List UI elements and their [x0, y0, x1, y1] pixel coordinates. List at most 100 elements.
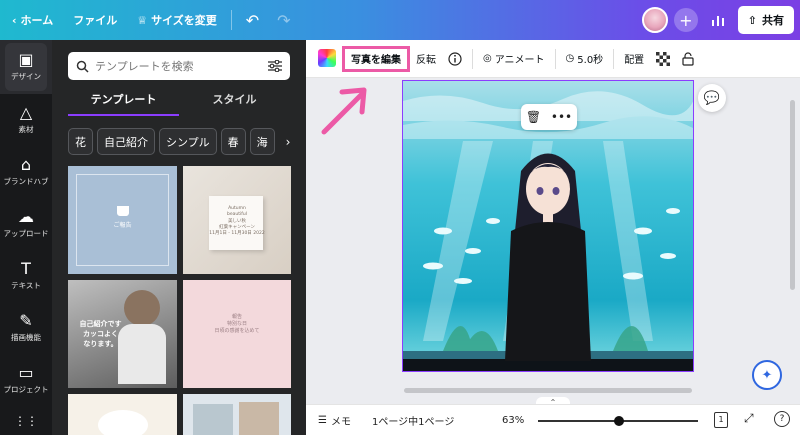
- divider: [472, 48, 473, 69]
- template-thumbnail-5[interactable]: [68, 394, 177, 435]
- template-thumbnail-6[interactable]: [183, 394, 291, 435]
- undo-icon[interactable]: ↶: [236, 11, 269, 30]
- top-bar: ‹ ホーム ファイル ♕ サイズを変更 ↶ ↷ + ⇧ 共有: [0, 0, 800, 40]
- filter-icon[interactable]: [268, 60, 282, 72]
- divider: [613, 48, 615, 69]
- duration-label: 5.0秒: [577, 55, 604, 66]
- notes-label: メモ: [330, 416, 351, 428]
- template-text: 報告 特別な日 日頃の感謝を込めて: [214, 314, 260, 334]
- arrange-button[interactable]: 配置: [618, 40, 650, 78]
- template-thumbnail-3[interactable]: 自己紹介です カッコよく なります。: [68, 280, 177, 388]
- share-label: 共有: [762, 14, 784, 27]
- chip-spring[interactable]: 春: [220, 128, 246, 155]
- template-text: 自己紹介です カッコよく なります。: [79, 320, 122, 348]
- avatar[interactable]: [641, 7, 668, 33]
- more-options-icon[interactable]: •••: [551, 110, 572, 124]
- fullscreen-icon[interactable]: ⤢: [744, 411, 754, 426]
- template-thumbnail-2[interactable]: Autumn beautiful 美しい秋 紅葉キャンペーン 11月1日 - 1…: [183, 166, 291, 274]
- nav-elements[interactable]: △ 素材: [0, 94, 52, 146]
- nav-projects[interactable]: ▭ プロジェクト: [0, 354, 52, 406]
- resize-button[interactable]: ♕ サイズを変更: [127, 0, 227, 40]
- page-count-button[interactable]: 1: [714, 412, 728, 428]
- nav-label: アップロード: [3, 229, 49, 238]
- template-text: ご報告: [113, 222, 132, 229]
- chip-sea[interactable]: 海: [249, 128, 275, 155]
- animate-icon: ◎: [483, 53, 492, 64]
- nav-brand[interactable]: ⌂ ブランドハブ: [0, 146, 52, 198]
- file-label: ファイル: [73, 14, 118, 27]
- upload-icon: ⇧: [747, 13, 757, 27]
- crown-icon: ♕: [137, 13, 148, 27]
- template-thumbnail-4[interactable]: 報告 特別な日 日頃の感謝を込めて: [183, 280, 291, 388]
- home-button[interactable]: ‹ ホーム: [0, 0, 63, 40]
- cup-icon: [117, 206, 129, 216]
- animate-label: アニメート: [494, 55, 545, 66]
- info-icon[interactable]: [442, 40, 468, 78]
- search-input[interactable]: [95, 59, 262, 73]
- lock-icon[interactable]: [676, 40, 700, 78]
- panel-tabs: テンプレート スタイル: [68, 90, 290, 116]
- chevron-left-icon: ‹: [12, 13, 17, 27]
- text-icon: T: [21, 259, 31, 278]
- flip-label: 反転: [416, 55, 436, 66]
- nav-design[interactable]: ▣ デザイン: [0, 40, 52, 94]
- redo-icon[interactable]: ↷: [269, 11, 298, 30]
- resize-label: サイズを変更: [151, 14, 217, 27]
- insights-icon[interactable]: [704, 6, 732, 34]
- elements-icon: △: [19, 103, 33, 122]
- search-icon: [76, 60, 89, 73]
- file-menu[interactable]: ファイル: [63, 0, 127, 40]
- brand-icon: ⌂: [20, 155, 32, 174]
- clock-icon: ◷: [565, 53, 575, 64]
- tab-styles[interactable]: スタイル: [179, 90, 290, 116]
- home-label: ホーム: [20, 14, 54, 27]
- chip-flower[interactable]: 花: [68, 128, 93, 155]
- edit-photo-button[interactable]: 写真を編集: [342, 45, 410, 72]
- zoom-level[interactable]: 63%: [502, 415, 542, 426]
- animate-button[interactable]: ◎ アニメート: [477, 40, 551, 78]
- annotation-arrow-icon: [321, 87, 367, 135]
- edit-photo-label: 写真を編集: [351, 55, 401, 66]
- nav-label: テキスト: [11, 281, 41, 290]
- add-collaborator-button[interactable]: +: [673, 8, 698, 32]
- upload-icon: ☁: [18, 207, 34, 226]
- chip-self-intro[interactable]: 自己紹介: [97, 128, 155, 155]
- left-nav: ▣ デザイン △ 素材 ⌂ ブランドハブ ☁ アップロード T テキスト ✎ 描…: [0, 40, 52, 435]
- zoom-slider-knob[interactable]: [614, 416, 624, 426]
- search-box[interactable]: [68, 52, 290, 80]
- divider: [554, 48, 556, 69]
- chevron-right-icon[interactable]: ›: [278, 128, 298, 155]
- nav-label: プロジェクト: [3, 385, 49, 394]
- trash-icon[interactable]: 🗑: [526, 110, 541, 124]
- nav-label: ブランドハブ: [3, 177, 49, 186]
- category-chips: 花 自己紹介 シンプル 春 海 写真: [68, 128, 298, 156]
- notes-button[interactable]: ☰ メモ: [306, 413, 372, 428]
- magic-sparkle-icon[interactable]: ✦: [752, 360, 782, 390]
- nav-text[interactable]: T テキスト: [0, 250, 52, 302]
- nav-label: 素材: [18, 125, 34, 134]
- arrange-label: 配置: [624, 55, 645, 66]
- help-button[interactable]: ?: [774, 411, 790, 427]
- template-thumbnail-1[interactable]: ご報告: [68, 166, 177, 274]
- comment-add-icon[interactable]: 💬: [698, 84, 726, 112]
- nav-apps[interactable]: ⋮⋮: [0, 406, 52, 435]
- share-button[interactable]: ⇧ 共有: [737, 6, 794, 34]
- tab-templates[interactable]: テンプレート: [68, 90, 179, 116]
- notes-icon: ☰: [318, 414, 327, 426]
- transparency-icon[interactable]: [650, 40, 676, 78]
- templates-panel: テンプレート スタイル 花 自己紹介 シンプル 春 海 写真 › ご報告 Aut…: [52, 40, 306, 435]
- draw-icon: ✎: [19, 311, 33, 330]
- apps-grid-icon: ⋮⋮: [14, 414, 38, 428]
- nav-label: 描画機能: [11, 333, 41, 342]
- editor-toolbar: 写真を編集 反転 ◎ アニメート ◷ 5.0秒 配置: [306, 40, 800, 78]
- folder-icon: ▭: [18, 363, 34, 382]
- nav-upload[interactable]: ☁ アップロード: [0, 198, 52, 250]
- color-picker-icon[interactable]: [318, 49, 336, 67]
- flip-button[interactable]: 反転: [410, 40, 442, 78]
- duration-button[interactable]: ◷ 5.0秒: [560, 40, 610, 78]
- horizontal-scrollbar[interactable]: [404, 388, 692, 393]
- chip-simple[interactable]: シンプル: [159, 128, 217, 155]
- nav-draw[interactable]: ✎ 描画機能: [0, 302, 52, 354]
- divider: [230, 10, 232, 30]
- vertical-scrollbar[interactable]: [790, 100, 795, 290]
